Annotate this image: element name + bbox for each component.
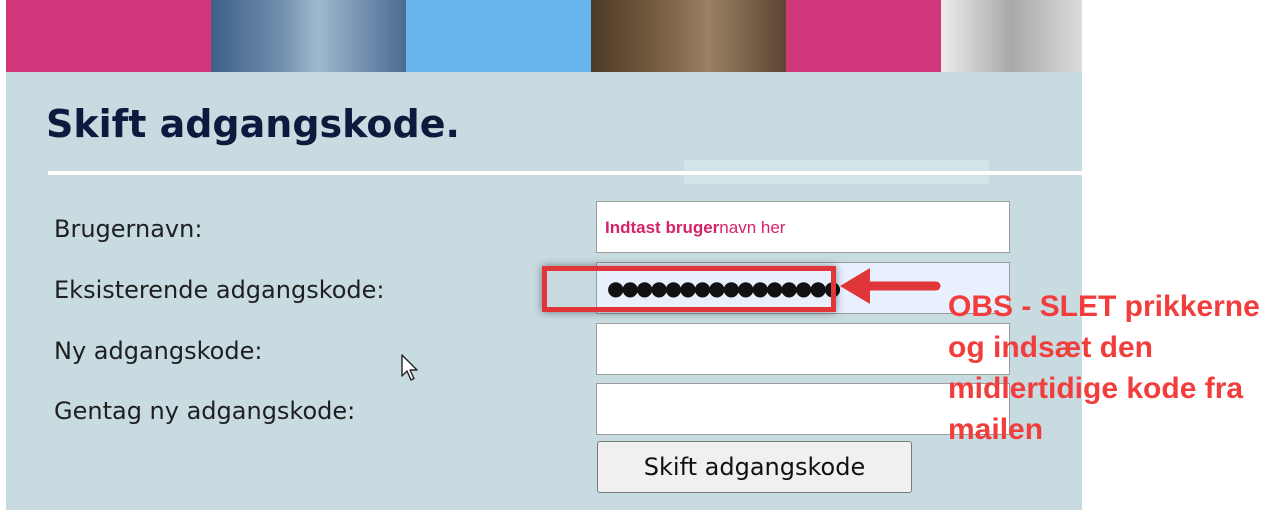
banner-photo-grey xyxy=(941,0,1082,72)
banner-photo-person xyxy=(211,0,406,72)
username-input[interactable]: Indtast brugernavn her xyxy=(596,201,1010,253)
username-label: Brugernavn: xyxy=(54,215,203,243)
current-password-highlight xyxy=(542,266,836,312)
username-value: Indtast brugernavn her xyxy=(605,218,786,237)
instruction-note: OBS - SLET prikkerne og indsæt den midle… xyxy=(948,290,1260,446)
page-title: Skift adgangskode. xyxy=(46,102,460,146)
arrow-left-icon xyxy=(838,266,942,310)
banner-tile-blue xyxy=(406,0,591,72)
banner-tile-pink xyxy=(786,0,941,72)
new-password-label: Ny adgangskode: xyxy=(54,337,263,365)
page-panel: Skift adgangskode. Brugernavn: Indtast b… xyxy=(6,0,1082,510)
banner-tile-pink xyxy=(6,0,211,72)
banner-photo-smile xyxy=(591,0,786,72)
title-divider xyxy=(48,171,1082,175)
mouse-pointer-icon xyxy=(400,353,420,387)
current-password-label: Eksisterende adgangskode: xyxy=(54,276,385,304)
repeat-password-label: Gentag ny adgangskode: xyxy=(54,397,356,425)
change-password-button[interactable]: Skift adgangskode xyxy=(597,441,912,493)
header-banner xyxy=(6,0,1082,72)
